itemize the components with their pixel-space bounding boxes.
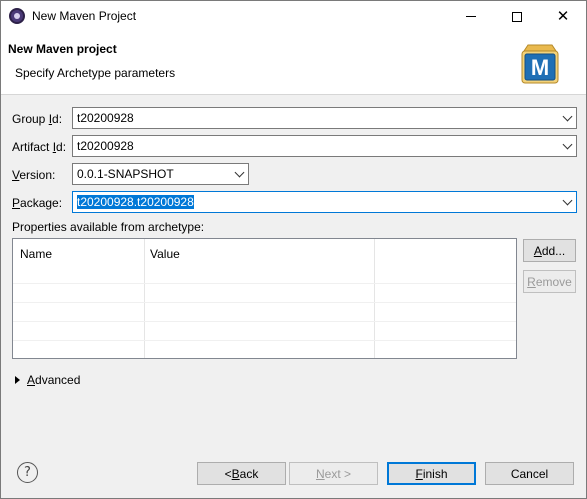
title-bar: New Maven Project ✕ bbox=[1, 1, 586, 32]
back-button[interactable]: < Back bbox=[197, 462, 286, 485]
maximize-icon bbox=[512, 11, 522, 22]
eclipse-icon bbox=[9, 8, 25, 24]
group-id-combo[interactable]: t20200928 bbox=[72, 107, 577, 129]
minimize-button[interactable] bbox=[448, 1, 494, 32]
group-id-value: t20200928 bbox=[77, 111, 134, 125]
artifact-id-value: t20200928 bbox=[77, 139, 134, 153]
properties-label: Properties available from archetype: bbox=[12, 220, 205, 234]
artifact-id-combo[interactable]: t20200928 bbox=[72, 135, 577, 157]
artifact-id-dropdown-button[interactable] bbox=[558, 139, 576, 149]
new-maven-project-dialog: New Maven Project ✕ New Maven project Sp… bbox=[0, 0, 587, 499]
advanced-toggle[interactable]: Advanced bbox=[27, 373, 80, 387]
close-icon: ✕ bbox=[556, 7, 570, 25]
table-row-divider bbox=[13, 283, 516, 284]
artifact-id-label: Artifact Id: bbox=[12, 140, 67, 154]
wizard-title: New Maven project bbox=[8, 42, 117, 56]
package-dropdown-button[interactable] bbox=[558, 195, 576, 205]
package-value-wrap: t20200928.t20200928 bbox=[77, 195, 558, 209]
table-row-divider bbox=[13, 302, 516, 303]
back-button-label-post: ack bbox=[239, 466, 259, 481]
cancel-button[interactable]: Cancel bbox=[485, 462, 574, 485]
next-button-label-mnemonic: N bbox=[315, 466, 325, 481]
wizard-subtitle: Specify Archetype parameters bbox=[15, 66, 176, 80]
wizard-banner: New Maven project Specify Archetype para… bbox=[1, 32, 586, 95]
column-header-name[interactable]: Name bbox=[20, 247, 52, 261]
chevron-down-icon bbox=[562, 139, 572, 149]
back-button-label-pre: < bbox=[224, 466, 232, 481]
version-dropdown-button[interactable] bbox=[230, 167, 248, 177]
add-button[interactable]: Add... bbox=[523, 239, 576, 262]
remove-button-label-mnemonic: R bbox=[527, 274, 536, 289]
remove-button[interactable]: Remove bbox=[523, 270, 576, 293]
package-label: Package: bbox=[12, 196, 63, 210]
chevron-down-icon bbox=[234, 167, 244, 177]
maven-logo-icon: M bbox=[521, 44, 559, 84]
version-value: 0.0.1-SNAPSHOT bbox=[77, 167, 174, 181]
properties-table-header: Name Value bbox=[13, 239, 516, 265]
next-button[interactable]: Next > bbox=[289, 462, 378, 485]
version-combo[interactable]: 0.0.1-SNAPSHOT bbox=[72, 163, 249, 185]
expand-triangle-icon[interactable] bbox=[15, 376, 20, 384]
group-id-label: Group Id: bbox=[12, 112, 63, 126]
remove-button-label-post: emove bbox=[535, 274, 572, 289]
finish-button[interactable]: Finish bbox=[387, 462, 476, 485]
add-button-label-mnemonic: A bbox=[533, 243, 542, 258]
chevron-down-icon bbox=[562, 195, 572, 205]
finish-button-label-post: inish bbox=[422, 466, 448, 481]
properties-table[interactable]: Name Value bbox=[12, 238, 517, 359]
add-button-label-post: dd... bbox=[541, 243, 566, 258]
chevron-down-icon bbox=[562, 111, 572, 121]
maven-logo-letter: M bbox=[531, 55, 549, 80]
help-icon[interactable]: ? bbox=[17, 462, 38, 483]
back-button-label-mnemonic: B bbox=[231, 466, 240, 481]
package-value: t20200928.t20200928 bbox=[77, 195, 194, 209]
maximize-button[interactable] bbox=[494, 1, 540, 32]
version-label: Version: bbox=[12, 168, 56, 182]
close-button[interactable]: ✕ bbox=[540, 1, 586, 32]
group-id-dropdown-button[interactable] bbox=[558, 111, 576, 121]
finish-button-label-mnemonic: F bbox=[415, 466, 423, 481]
package-combo[interactable]: t20200928.t20200928 bbox=[72, 191, 577, 213]
minimize-icon bbox=[466, 16, 476, 17]
column-header-value[interactable]: Value bbox=[150, 247, 180, 261]
table-row-divider bbox=[13, 321, 516, 322]
next-button-label-post: ext > bbox=[324, 466, 352, 481]
window-title: New Maven Project bbox=[32, 9, 137, 23]
table-row-divider bbox=[13, 340, 516, 341]
